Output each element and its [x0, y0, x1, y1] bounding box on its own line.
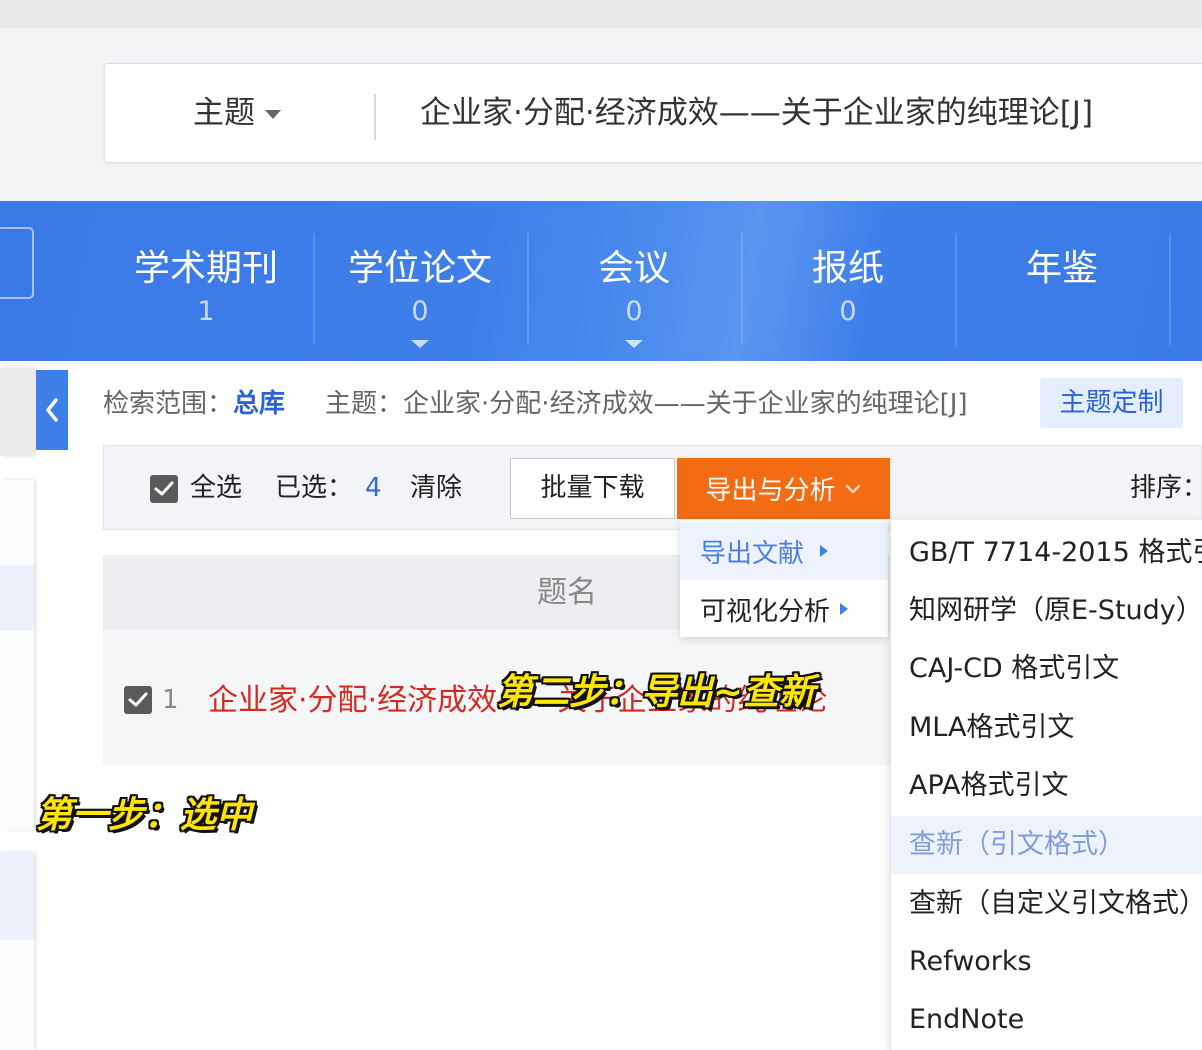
submenu-item-endnote[interactable]: EndNote [891, 991, 1202, 1049]
database-tabs: 学术期刊 1 学位论文 0 会议 0 报纸 0 年鉴 [0, 201, 1202, 361]
sidebar-item[interactable] [0, 565, 34, 630]
tab-journals[interactable]: 学术期刊 1 [99, 247, 313, 343]
checkbox-checked-icon [128, 692, 148, 707]
tab-theses[interactable]: 学位论文 0 [313, 247, 527, 343]
sidebar-panel [0, 368, 34, 456]
chevron-left-icon [46, 398, 58, 422]
search-input[interactable]: 企业家·分配·经济成效——关于企业家的纯理论[J] [420, 64, 1093, 162]
tab-count: 1 [197, 296, 215, 327]
submenu-item-novelty-citation[interactable]: 查新（引文格式） [891, 816, 1202, 874]
tab-label: 报纸 [811, 248, 884, 289]
tab-conferences[interactable]: 会议 0 [527, 247, 741, 343]
menu-item-label: 导出文献 [700, 538, 805, 569]
row-index: 1 [162, 685, 179, 715]
annotation-step1: 第一步：选中 [36, 795, 253, 836]
topic-label: 主题： [325, 389, 404, 419]
menu-item-visual-analysis[interactable]: 可视化分析 [680, 580, 888, 638]
tab-expand-icon[interactable] [625, 340, 643, 348]
select-all-checkbox[interactable] [150, 475, 178, 503]
menu-item-export-documents[interactable]: 导出文献 [680, 522, 888, 580]
tab-count: 0 [411, 296, 429, 327]
search-field-select[interactable]: 主题 [193, 64, 281, 162]
search-bar: 主题 企业家·分配·经济成效——关于企业家的纯理论[J] [104, 63, 1202, 163]
sidebar-collapse-button[interactable] [36, 370, 68, 450]
left-partial-box [0, 227, 34, 299]
tab-yearbooks[interactable]: 年鉴 [955, 247, 1169, 343]
export-analyze-label: 导出与分析 [705, 476, 836, 506]
tab-divider [1169, 233, 1171, 345]
tab-label: 会议 [597, 248, 670, 289]
caret-right-icon [820, 545, 829, 557]
topic-customize-button[interactable]: 主题定制 [1040, 378, 1183, 428]
batch-download-button[interactable]: 批量下载 [510, 458, 675, 519]
tab-label: 学术期刊 [133, 248, 278, 289]
sidebar-panel [0, 480, 34, 830]
scope-value[interactable]: 总库 [233, 389, 285, 419]
tab-label: 学位论文 [347, 248, 492, 289]
caret-down-icon [265, 109, 281, 119]
sort-label: 排序： [1130, 473, 1202, 503]
chevron-down-icon [845, 484, 860, 493]
row-checkbox[interactable] [124, 686, 152, 714]
annotation-step2: 第二步：导出~查新 [497, 672, 816, 713]
search-field-label: 主题 [193, 95, 255, 131]
topic-value: 企业家·分配·经济成效——关于企业家的纯理论[J] [403, 389, 968, 419]
selected-label: 已选： 4 [275, 468, 382, 508]
tab-expand-icon[interactable] [411, 340, 429, 348]
export-menu: 导出文献 可视化分析 [680, 520, 888, 637]
selected-label-text: 已选： [275, 473, 354, 503]
search-scope: 检索范围：总库 主题：企业家·分配·经济成效——关于企业家的纯理论[J] [103, 384, 968, 424]
menu-item-label: 可视化分析 [700, 596, 831, 627]
submenu-item-cajcd[interactable]: CAJ-CD 格式引文 [891, 640, 1202, 698]
submenu-item-novelty-custom[interactable]: 查新（自定义引文格式） [891, 875, 1202, 933]
top-strip [0, 0, 1202, 28]
submenu-item-mla[interactable]: MLA格式引文 [891, 699, 1202, 757]
submenu-item-estudy[interactable]: 知网研学（原E-Study） [891, 582, 1202, 640]
tab-count: 0 [625, 296, 643, 327]
tab-label: 年鉴 [1025, 248, 1098, 289]
sidebar-item[interactable] [0, 852, 34, 940]
export-format-submenu: GB/T 7714-2015 格式引 知网研学（原E-Study） CAJ-CD… [890, 520, 1202, 1050]
selected-count: 4 [365, 473, 382, 503]
submenu-item-gbt7714[interactable]: GB/T 7714-2015 格式引 [891, 524, 1202, 582]
submenu-item-apa[interactable]: APA格式引文 [891, 757, 1202, 815]
search-divider [374, 94, 376, 140]
checkbox-checked-icon [154, 481, 174, 496]
submenu-item-refworks[interactable]: Refworks [891, 933, 1202, 991]
export-analyze-button[interactable]: 导出与分析 [677, 458, 890, 519]
select-all-label[interactable]: 全选 [190, 468, 242, 508]
tab-newspapers[interactable]: 报纸 0 [741, 247, 955, 343]
tab-count: 0 [839, 296, 857, 327]
clear-selection-link[interactable]: 清除 [410, 468, 462, 508]
caret-right-icon [840, 603, 849, 615]
scope-label: 检索范围： [103, 389, 234, 419]
